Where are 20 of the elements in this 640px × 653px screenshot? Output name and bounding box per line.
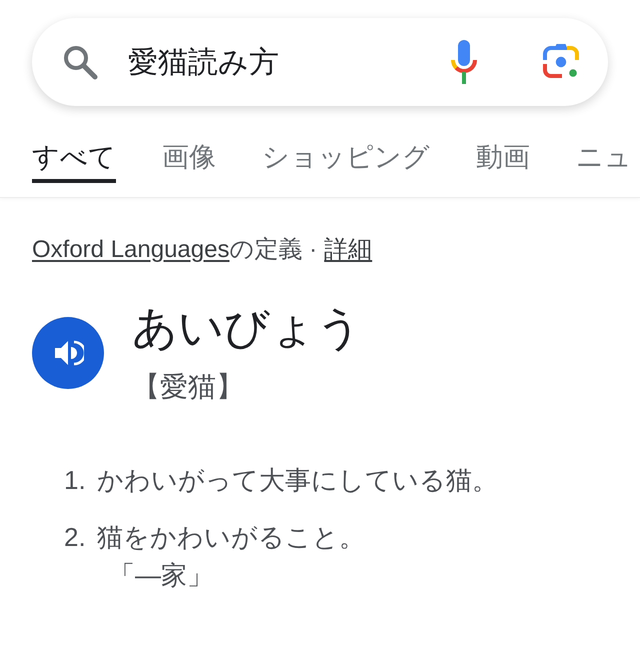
definition-text: 猫をかわいがること。 [97,521,365,554]
source-link[interactable]: Oxford Languages [32,234,230,265]
details-link[interactable]: 詳細 [324,234,372,265]
definition-text: かわいがって大事にしている猫。 [97,464,498,497]
sense-number: 2. [64,521,87,554]
tab[interactable]: 動画 [476,140,530,183]
camera-icon[interactable] [542,43,580,81]
kanji-spelling: 【愛猫】 [132,370,245,404]
search-field[interactable]: 愛猫読み方 [128,41,430,83]
speaker-icon [54,338,84,368]
headword: あいびょう [132,301,362,355]
tab[interactable]: ショッピング [262,140,430,183]
usage-example: 「―家」 [108,559,214,592]
microphone-icon[interactable] [450,40,478,84]
tab[interactable]: 画像 [162,140,216,183]
tab[interactable]: ニュ [576,140,632,183]
sense-number: 1. [64,464,87,497]
source-label: の定義 · [229,235,318,265]
search-icon[interactable] [62,44,98,80]
tab[interactable]: すべて [32,140,116,183]
